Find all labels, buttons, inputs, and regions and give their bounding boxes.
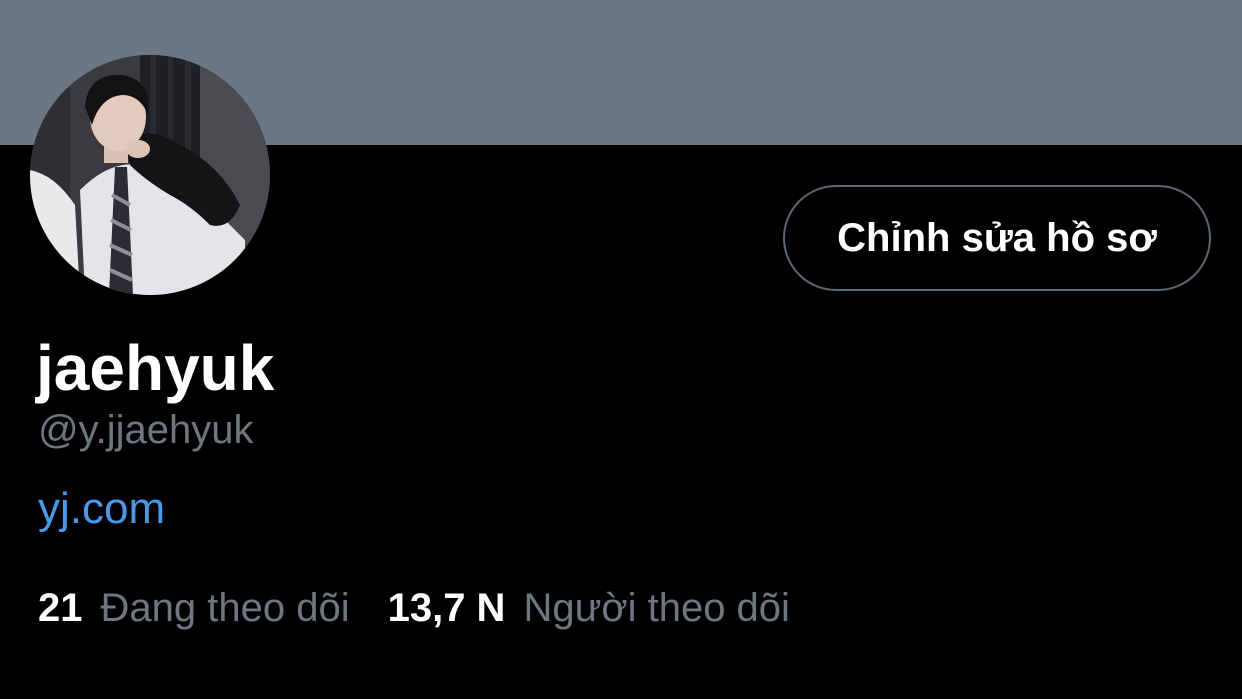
followers-count: 13,7 N: [387, 586, 506, 630]
following-label: Đang theo dõi: [100, 586, 350, 630]
avatar[interactable]: [30, 55, 270, 295]
username-handle: @y.jjaehyuk: [38, 408, 254, 452]
following-stat[interactable]: 21 Đang theo dõi: [38, 582, 350, 634]
avatar-photo: [30, 55, 270, 295]
display-name: jaehyuk: [36, 332, 275, 404]
followers-label: Người theo dõi: [523, 586, 790, 630]
following-count: 21: [38, 586, 83, 630]
followers-stat[interactable]: 13,7 N Người theo dõi: [388, 582, 790, 634]
website-link[interactable]: yj.com: [38, 482, 165, 536]
follow-stats: 21 Đang theo dõi 13,7 N Người theo dõi: [38, 582, 790, 634]
edit-profile-button[interactable]: Chỉnh sửa hồ sơ: [783, 185, 1211, 291]
